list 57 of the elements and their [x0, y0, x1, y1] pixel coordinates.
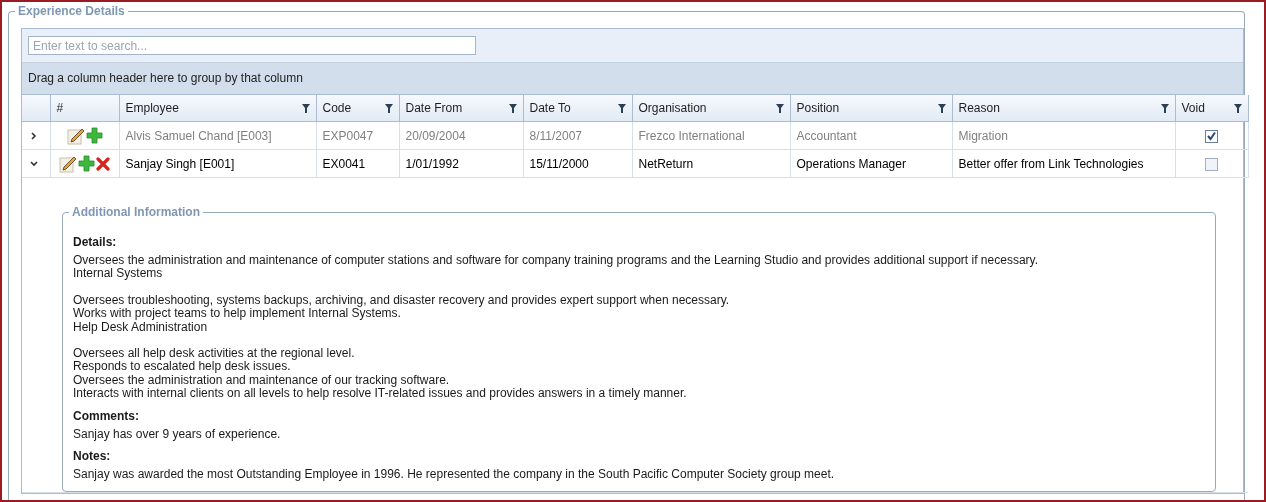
plus-icon[interactable] — [85, 127, 103, 144]
void-checkbox[interactable] — [1205, 129, 1218, 143]
table-cell: NetReturn — [632, 149, 790, 178]
section-heading: Details: — [73, 235, 118, 250]
column-header[interactable]: Date From — [399, 95, 523, 122]
column-header[interactable]: Code — [316, 95, 399, 122]
column-header[interactable]: Position — [790, 95, 952, 122]
info-text: Internal Systems — [73, 267, 164, 281]
section-heading: Notes: — [73, 449, 112, 465]
delete-icon[interactable] — [96, 156, 110, 171]
table-cell: Operations Manager — [790, 149, 952, 178]
table-cell: Better offer from Link Technologies — [952, 149, 1175, 178]
column-header[interactable]: Employee — [119, 95, 316, 122]
table-cell: Sanjay Singh [E001] — [119, 149, 316, 178]
column-header[interactable]: Organisation — [632, 95, 790, 122]
info-text: Sanjay was awarded the most Outstanding Employee in 1996. He represented the company in the South Pacific Computer Society group meet. — [73, 468, 836, 482]
table-cell: 15/11/2000 — [523, 149, 632, 178]
info-text: Oversees troubleshooting, systems backups, archiving, and disaster recovery and provides expert support when necessary. — [73, 293, 731, 308]
column-header[interactable]: Reason — [952, 95, 1175, 122]
column-header[interactable]: Void — [1175, 95, 1248, 122]
column-header[interactable]: Date To — [523, 95, 632, 122]
filter-icon[interactable] — [775, 103, 784, 113]
filter-icon[interactable] — [1160, 103, 1169, 113]
info-text: Responds to escalated help desk issues. — [73, 360, 291, 374]
section-heading: Comments: — [73, 408, 140, 424]
table-cell: Accountant — [790, 121, 952, 150]
group-panel: Drag a column header here to group by that column — [22, 63, 1243, 95]
pencil-icon[interactable] — [59, 154, 77, 173]
plus-icon[interactable] — [78, 155, 95, 172]
table-cell: EXP0047 — [316, 121, 399, 150]
table-cell: Migration — [952, 121, 1175, 150]
table-cell: Alvis Samuel Chand [E003] — [119, 121, 316, 150]
section-title: Experience Details — [15, 4, 128, 19]
filter-icon[interactable] — [508, 103, 517, 113]
pencil-icon[interactable] — [66, 126, 85, 145]
info-text: Oversees the administration and maintenance of computer stations and software for company training programs and the Learning Studio and provides additional support if necessary. — [73, 254, 1039, 268]
table-cell: EX0041 — [316, 149, 399, 178]
collapse-chevron-icon[interactable] — [30, 159, 38, 168]
filter-icon[interactable] — [617, 103, 626, 113]
table-cell: Frezco International — [632, 121, 790, 150]
filter-icon[interactable] — [1233, 103, 1242, 113]
search-field[interactable]: Enter text to search... — [28, 36, 476, 55]
info-text: Interacts with internal clients on all levels to help resolve IT-related issues and provides answers in a timely manner. — [73, 387, 688, 401]
table-cell: 1/01/1992 — [399, 149, 523, 178]
info-text: Help Desk Administration — [73, 320, 209, 335]
filter-icon[interactable] — [384, 103, 393, 113]
void-checkbox[interactable] — [1205, 157, 1218, 171]
table-cell: 20/09/2004 — [399, 121, 523, 150]
info-text: Oversees all help desk activities at the regional level. — [73, 347, 356, 361]
info-text: Works with project teams to help implement Internal Systems. — [73, 307, 402, 321]
table-cell: 8/11/2007 — [523, 121, 632, 150]
expand-chevron-icon[interactable] — [30, 131, 38, 140]
filter-icon[interactable] — [937, 103, 946, 113]
column-header[interactable]: # — [50, 95, 119, 122]
filter-icon[interactable] — [301, 103, 310, 113]
info-text: Oversees the administration and maintenance of our tracking software. — [73, 373, 451, 388]
info-text: Sanjay has over 9 years of experience. — [73, 427, 282, 442]
